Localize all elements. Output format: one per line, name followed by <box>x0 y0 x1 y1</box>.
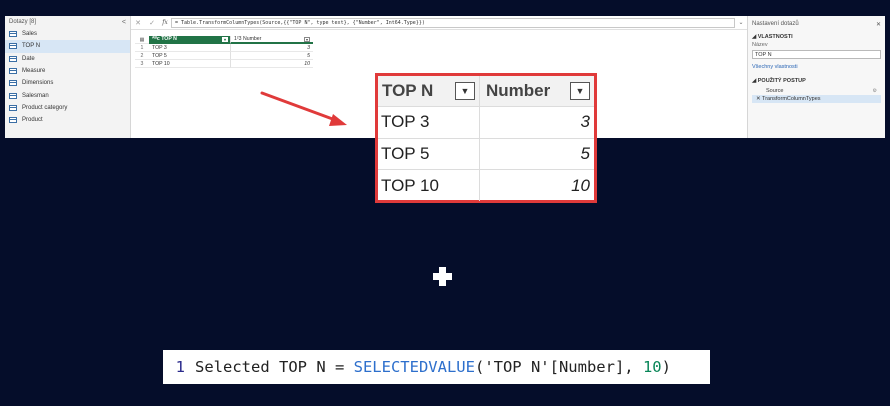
measure-definition: Selected TOP N = <box>195 358 354 376</box>
filter-dropdown-icon[interactable]: ▼ <box>570 82 590 101</box>
open-paren: ( <box>474 358 485 376</box>
dax-function-name: SELECTEDVALUE <box>353 358 475 376</box>
table-row: TOP 3 3 <box>378 107 594 139</box>
dax-code-snippet: 1 Selected TOP N = SELECTEDVALUE ( 'TOP … <box>163 350 710 384</box>
table-row: TOP 5 5 <box>378 138 594 170</box>
zoomed-table: TOP N ▼ Number ▼ TOP 3 3 TOP 5 5 TOP 10 … <box>375 73 597 203</box>
cell-top-n: TOP 10 <box>378 169 480 202</box>
column-header-label: Number <box>486 81 551 101</box>
arrow-icon <box>260 91 347 126</box>
zoomed-column-header-top-n[interactable]: TOP N ▼ <box>378 76 480 107</box>
close-paren: ) <box>661 358 671 376</box>
zoomed-column-header-number[interactable]: Number ▼ <box>480 76 594 106</box>
cell-top-n: TOP 5 <box>378 138 480 169</box>
line-number: 1 <box>175 358 185 376</box>
cell-number: 5 <box>580 143 590 163</box>
zoomed-header-row: TOP N ▼ Number ▼ <box>378 76 594 108</box>
cell-top-n: TOP 3 <box>378 107 480 138</box>
table-reference: 'TOP N' <box>484 358 550 376</box>
cell-number: 10 <box>571 175 590 195</box>
column-reference: [Number], <box>549 358 643 376</box>
column-header-label: TOP N <box>382 81 434 101</box>
filter-dropdown-icon[interactable]: ▼ <box>455 82 475 101</box>
plus-icon <box>432 266 454 288</box>
cell-number: 3 <box>580 112 590 132</box>
default-value: 10 <box>642 358 662 376</box>
table-row: TOP 10 10 <box>378 169 594 202</box>
